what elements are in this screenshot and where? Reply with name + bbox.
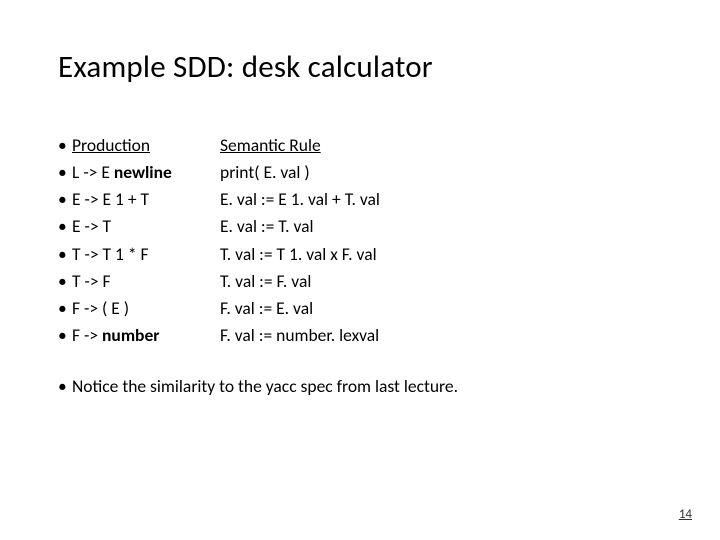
grammar-row: • E -> E 1 + T E. val := E 1. val + T. v… bbox=[58, 186, 662, 213]
production-cell: T -> T 1 * F bbox=[72, 241, 220, 268]
grammar-row: • L -> E newline print( E. val ) bbox=[58, 159, 662, 186]
slide-title: Example SDD: desk calculator bbox=[58, 48, 662, 86]
page-number: 14 bbox=[679, 507, 692, 522]
grammar-row: • F -> ( E ) F. val := E. val bbox=[58, 295, 662, 322]
grammar-row: • F -> number F. val := number. lexval bbox=[58, 322, 662, 349]
grammar-row: • T -> T 1 * F T. val := T 1. val x F. v… bbox=[58, 241, 662, 268]
bullet-icon: • bbox=[58, 373, 72, 400]
bullet-icon: • bbox=[58, 322, 72, 349]
rule-cell: F. val := E. val bbox=[220, 295, 313, 322]
slide: Example SDD: desk calculator • Productio… bbox=[0, 0, 720, 540]
rule-cell: F. val := number. lexval bbox=[220, 322, 379, 349]
production-cell: F -> ( E ) bbox=[72, 295, 220, 322]
note-text: Notice the similarity to the yacc spec f… bbox=[72, 373, 458, 400]
content-block: • Production Semantic Rule • L -> E newl… bbox=[58, 132, 662, 400]
production-cell: L -> E newline bbox=[72, 159, 220, 186]
bullet-icon: • bbox=[58, 186, 72, 213]
bullet-icon: • bbox=[58, 159, 72, 186]
bullet-icon: • bbox=[58, 295, 72, 322]
bullet-icon: • bbox=[58, 132, 72, 159]
production-header: Production bbox=[72, 132, 220, 159]
rule-cell: T. val := F. val bbox=[220, 268, 311, 295]
grammar-row: • E -> T E. val := T. val bbox=[58, 213, 662, 240]
production-cell: F -> number bbox=[72, 322, 220, 349]
rule-cell: print( E. val ) bbox=[220, 159, 310, 186]
rule-cell: E. val := T. val bbox=[220, 213, 314, 240]
rule-cell: E. val := E 1. val + T. val bbox=[220, 186, 380, 213]
header-row: • Production Semantic Rule bbox=[58, 132, 662, 159]
bullet-icon: • bbox=[58, 213, 72, 240]
bullet-icon: • bbox=[58, 241, 72, 268]
production-cell: E -> E 1 + T bbox=[72, 186, 220, 213]
rule-header: Semantic Rule bbox=[220, 132, 321, 159]
grammar-row: • T -> F T. val := F. val bbox=[58, 268, 662, 295]
note-row: • Notice the similarity to the yacc spec… bbox=[58, 373, 662, 400]
production-cell: E -> T bbox=[72, 213, 220, 240]
production-cell: T -> F bbox=[72, 268, 220, 295]
rule-cell: T. val := T 1. val x F. val bbox=[220, 241, 377, 268]
bullet-icon: • bbox=[58, 268, 72, 295]
